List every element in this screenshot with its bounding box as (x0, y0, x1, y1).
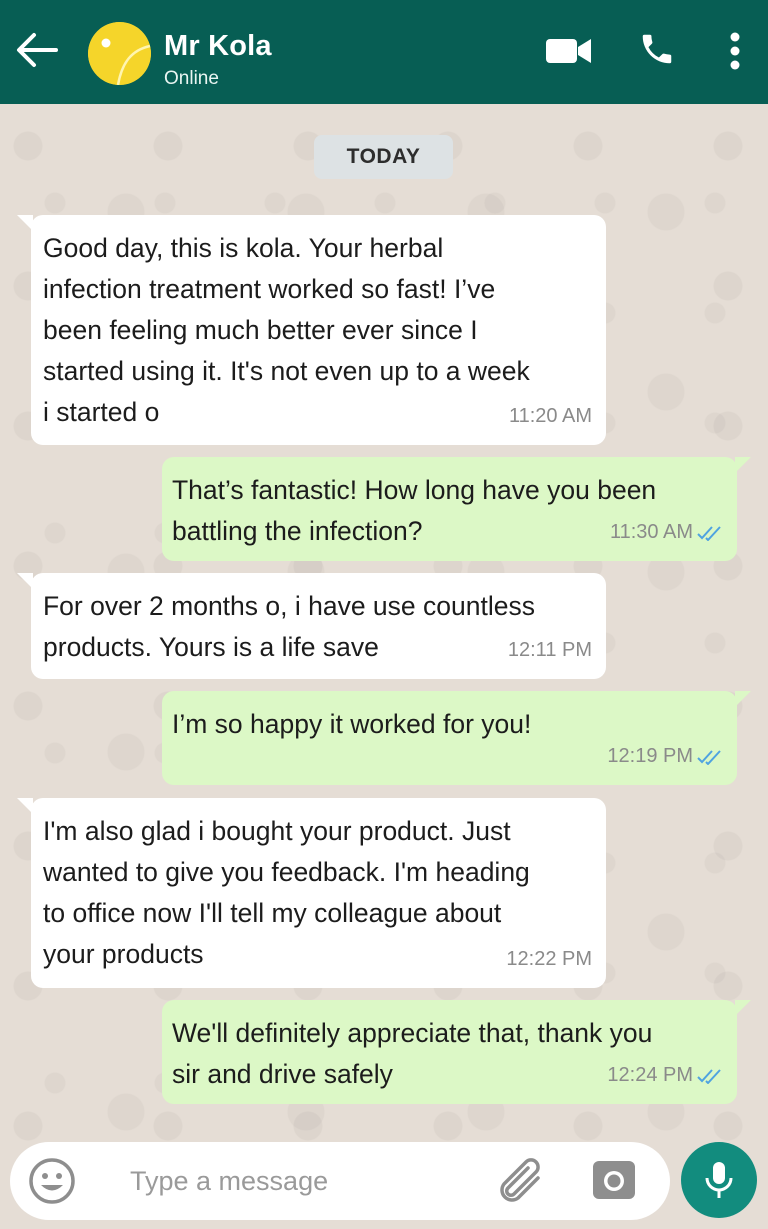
mic-icon (705, 1162, 733, 1198)
contact-name[interactable]: Mr Kola (164, 30, 272, 63)
chat-area[interactable]: TODAY Good day, this is kola. Your herba… (0, 104, 768, 1229)
message-meta: 11:30 AM (610, 512, 725, 553)
message-meta: 12:19 PM (607, 736, 725, 777)
contact-status: Online (164, 68, 219, 89)
message-meta: 12:22 PM (506, 939, 592, 980)
double-check-read-icon (697, 1068, 721, 1084)
message-composer[interactable]: Type a message (10, 1142, 670, 1220)
message-meta: 12:11 PM (508, 630, 592, 671)
double-check-read-icon (697, 749, 721, 765)
message-meta: 11:20 AM (509, 396, 592, 437)
message-time: 11:30 AM (609, 521, 693, 543)
date-divider: TODAY (314, 135, 453, 179)
avatar-image (88, 22, 151, 85)
back-arrow-icon[interactable] (14, 30, 58, 70)
phone-icon[interactable] (638, 30, 676, 68)
message-incoming[interactable]: For over 2 months o, i have use countles… (17, 573, 606, 679)
message-time: 12:22 PM (506, 948, 592, 970)
camera-icon[interactable] (590, 1156, 638, 1204)
message-time: 12:19 PM (607, 745, 693, 767)
message-outgoing[interactable]: We'll definitely appreciate that, thank … (162, 1000, 751, 1104)
double-check-read-icon (697, 525, 721, 541)
message-time: 12:11 PM (507, 639, 592, 661)
more-vertical-icon[interactable] (728, 32, 742, 70)
message-input[interactable]: Type a message (130, 1166, 328, 1197)
avatar[interactable] (88, 22, 151, 85)
video-call-icon[interactable] (545, 36, 593, 66)
message-outgoing[interactable]: I’m so happy it worked for you! 12:19 PM (162, 691, 751, 785)
chat-header: Mr Kola Online (0, 0, 768, 104)
emoji-icon[interactable] (27, 1156, 77, 1206)
attach-icon[interactable] (494, 1156, 548, 1206)
message-incoming[interactable]: Good day, this is kola. Your herbal infe… (17, 215, 606, 445)
mic-button[interactable] (681, 1142, 757, 1218)
message-incoming[interactable]: I'm also glad i bought your product. Jus… (17, 798, 606, 988)
message-outgoing[interactable]: That’s fantastic! How long have you been… (162, 457, 751, 561)
message-meta: 12:24 PM (607, 1055, 725, 1096)
message-time: 11:20 AM (508, 405, 592, 427)
message-time: 12:24 PM (607, 1064, 693, 1086)
